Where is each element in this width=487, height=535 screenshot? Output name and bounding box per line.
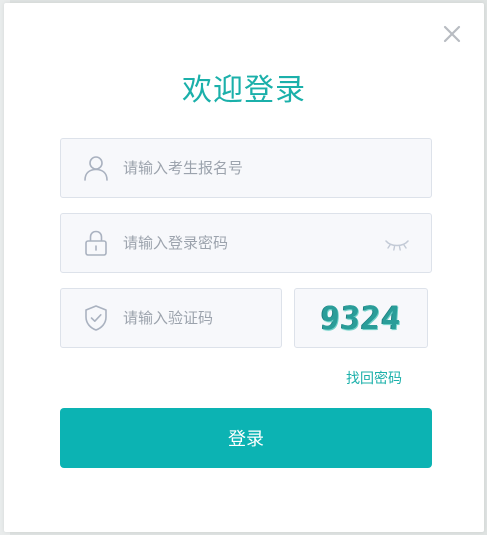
user-icon (81, 153, 111, 183)
login-button[interactable]: 登录 (60, 408, 432, 468)
eye-closed-icon (385, 240, 409, 251)
password-visibility-toggle[interactable] (383, 234, 411, 254)
captcha-input[interactable] (123, 289, 273, 347)
captcha-field-container (60, 288, 282, 348)
username-field-container (60, 138, 432, 198)
password-input[interactable] (123, 214, 363, 272)
captcha-image[interactable]: 9324 (294, 288, 428, 348)
close-icon (443, 25, 461, 43)
dialog-title: 欢迎登录 (182, 73, 306, 108)
login-dialog: 欢迎登录 请输入考生报名号 请输入验证码 9324 找回密码 登录 (4, 3, 484, 532)
captcha-code: 9324 (319, 299, 403, 337)
password-field-container (60, 213, 432, 273)
shield-check-icon (81, 303, 111, 333)
lock-icon (81, 228, 111, 258)
username-input[interactable] (123, 139, 413, 197)
forgot-password-link[interactable]: 找回密码 (346, 369, 402, 389)
close-button[interactable] (442, 24, 462, 44)
